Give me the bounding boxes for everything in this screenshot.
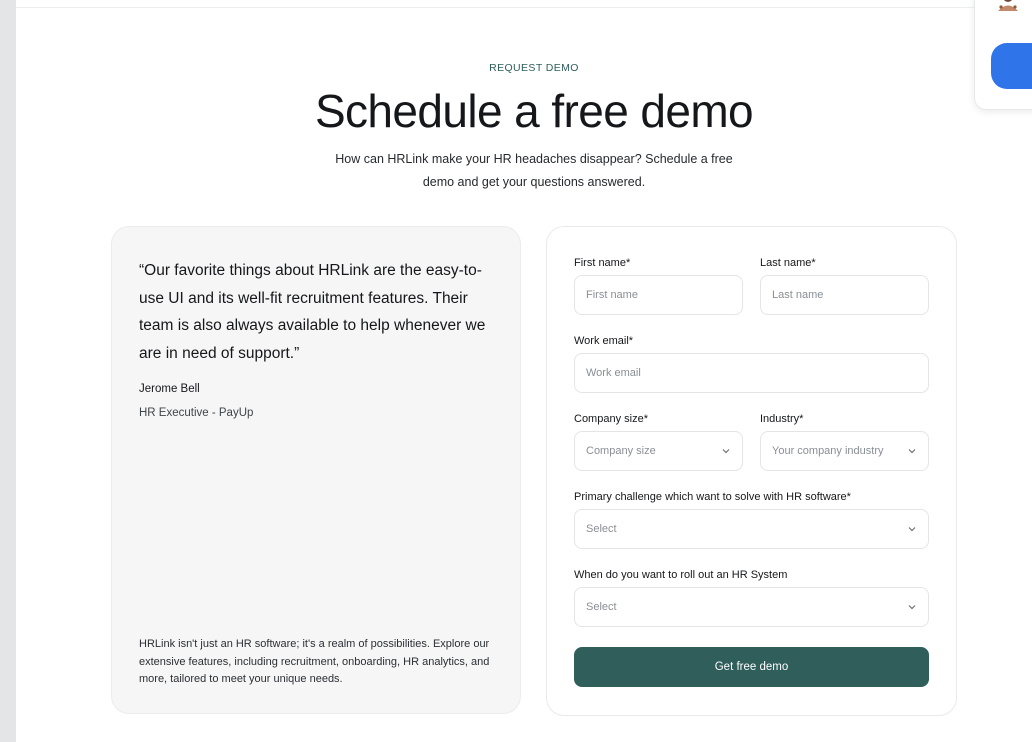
work-email-field[interactable] — [574, 353, 929, 393]
header-divider — [16, 7, 1026, 8]
page-title: Schedule a free demo — [314, 85, 754, 137]
testimonial-card: “Our favorite things about HRLink are th… — [111, 226, 521, 714]
company-size-select[interactable]: Company size — [574, 431, 743, 471]
page-subtitle: How can HRLink make your HR headaches di… — [335, 152, 733, 189]
rollout-time-select[interactable]: Select — [574, 587, 929, 627]
chevron-down-icon — [908, 449, 916, 454]
last-name-input[interactable] — [772, 289, 917, 301]
last-name-field[interactable] — [760, 275, 929, 315]
chevron-down-icon — [908, 605, 916, 610]
industry-value: Your company industry — [772, 445, 884, 457]
industry-label: Industry* — [760, 413, 804, 425]
primary-challenge-select[interactable]: Select — [574, 509, 929, 549]
chevron-down-icon — [908, 527, 916, 532]
testimonial-author-role: HR Executive - PayUp — [139, 407, 254, 419]
company-size-label: Company size* — [574, 413, 648, 425]
last-name-label: Last name* — [760, 257, 816, 269]
first-name-label: First name* — [574, 257, 631, 269]
first-name-input[interactable] — [586, 289, 731, 301]
primary-challenge-value: Select — [586, 523, 617, 535]
section-eyebrow: REQUEST DEMO — [489, 62, 579, 74]
avatar-icon — [998, 0, 1018, 11]
primary-challenge-label: Primary challenge which want to solve wi… — [574, 491, 851, 503]
industry-select[interactable]: Your company industry — [760, 431, 929, 471]
testimonial-quote: “Our favorite things about HRLink are th… — [139, 262, 486, 362]
company-size-value: Company size — [586, 445, 656, 457]
rollout-time-value: Select — [586, 601, 617, 613]
work-email-label: Work email* — [574, 335, 634, 347]
work-email-input[interactable] — [586, 367, 917, 379]
chevron-down-icon — [722, 449, 730, 454]
get-free-demo-button[interactable]: Get free demo — [574, 647, 929, 687]
demo-request-form: First name* Last name* Work email* Compa… — [546, 226, 957, 716]
first-name-field[interactable] — [574, 275, 743, 315]
rollout-time-label: When do you want to roll out an HR Syste… — [574, 569, 788, 581]
testimonial-footer-text: HRLink isn't just an HR software; it's a… — [139, 638, 490, 685]
testimonial-author-name: Jerome Bell — [139, 383, 200, 395]
